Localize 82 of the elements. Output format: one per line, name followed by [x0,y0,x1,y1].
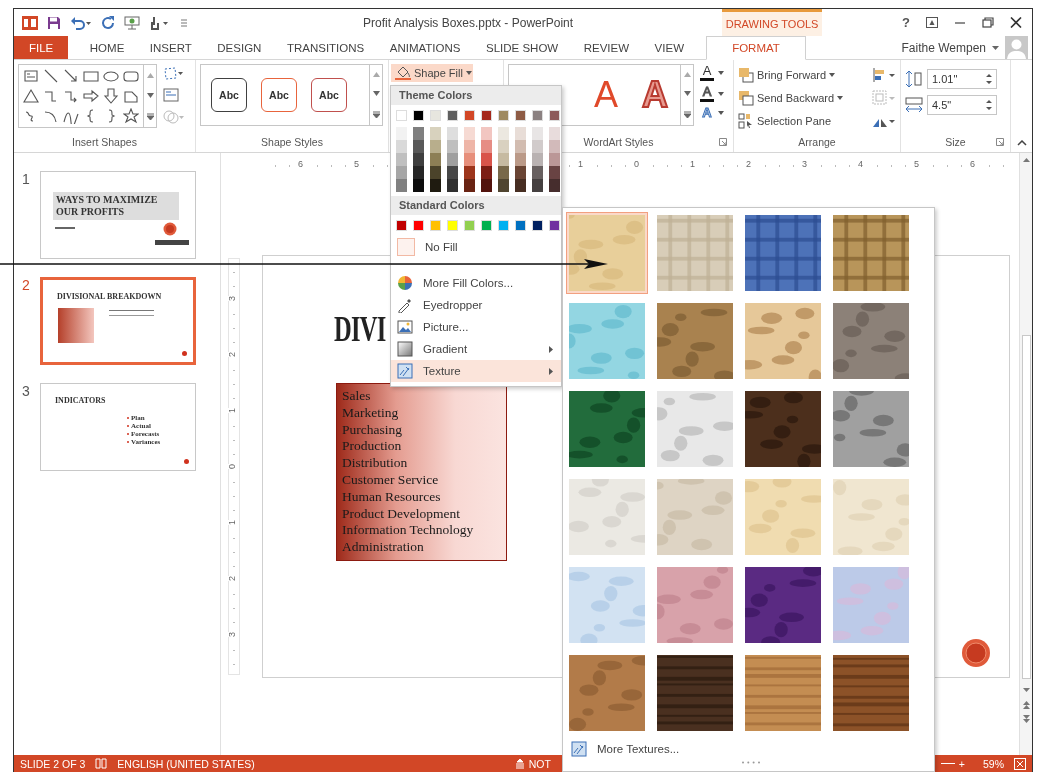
menu-item[interactable]: More Textures... [567,739,927,759]
group-label: Size [945,136,966,150]
ribbon-tab[interactable]: INSERT [145,36,196,59]
ruler-number: 6 [297,159,304,170]
slide-number: 2 [22,277,31,295]
height-field[interactable]: 1.01" [927,69,997,89]
list-item: Product Development [342,505,462,523]
list-item: Sales [342,388,372,405]
ruler-number: 1 [689,159,696,170]
ruler-number: 3 [228,296,237,301]
slide-title: DIVI [334,308,386,350]
ruler-number: 5 [353,159,360,170]
ribbon-tab[interactable]: TRANSITIONS [282,36,369,59]
ruler-number: 1 [228,520,237,525]
slide-thumbnail[interactable]: WAYS TO MAXIMIZE OUR PROFITS [40,171,196,259]
ruler-number: 0 [228,464,237,469]
text-format-button[interactable]: A [700,64,714,81]
ribbon-tab[interactable]: VIEW [650,36,688,59]
ruler-number: 5 [913,159,920,170]
ruler-number: 1 [577,159,584,170]
group-label: Insert Shapes [71,136,138,150]
width-field[interactable]: 4.5" [927,95,997,115]
ruler-number: 2 [228,576,237,581]
help-button[interactable]: ? [902,15,910,30]
shape-style-option[interactable]: Abc [211,78,247,112]
menu-item[interactable]: More Fill Colors... [391,272,561,294]
ribbon-tab[interactable]: REVIEW [579,36,634,59]
slide-thumbnail[interactable]: DIVISIONAL BREAKDOWN [40,277,196,365]
menu-item[interactable]: Gradient [391,338,561,360]
arrange-button[interactable]: Bring Forward [757,69,827,81]
list-item: Human Resources [342,488,442,506]
list-item: Administration [342,539,425,556]
list-item: Information Technology [342,522,475,540]
ruler-number: 1 [228,408,237,413]
shape-style-option[interactable]: Abc [261,78,297,112]
slide-title: DIVISIONAL BREAKDOWN [57,292,162,301]
ribbon-tab[interactable]: ANIMATIONS [385,36,465,59]
ruler-number: 3 [228,632,237,637]
ribbon-tab[interactable]: DESIGN [213,36,266,59]
arrange-button[interactable]: Send Backward [757,92,835,104]
ribbon-tab[interactable]: FORMAT [706,36,806,60]
zoom-level[interactable]: 59% [983,757,1004,770]
menu-item[interactable]: Texture [391,360,561,382]
list-item: Production [342,438,403,456]
group-label: Arrange [797,136,837,150]
menu-item[interactable]: Eyedropper [391,294,561,316]
slide-title: INDICATORS [55,396,106,405]
ruler-number: 2 [745,159,752,170]
language-indicator[interactable]: ENGLISH (UNITED STATES) [117,757,255,770]
ruler-number: 3 [801,159,808,170]
ruler-number: 0 [633,159,640,170]
ruler-number: 6 [969,159,976,170]
section-header: Standard Colors [391,196,561,215]
menu-item[interactable]: No Fill [391,236,561,258]
ribbon-tab[interactable]: HOME [85,36,129,59]
ribbon-tab[interactable]: FILE [14,36,69,59]
arrange-button[interactable]: Selection Pane [757,115,831,127]
list-item: Purchasing [342,421,403,439]
list-item: Customer Service [342,472,440,489]
wordart-style-option[interactable]: A [594,77,618,113]
slide-number: 3 [22,383,31,401]
zoom-in-button[interactable]: + [958,757,965,770]
slide-number: 1 [22,171,31,189]
list-item: Marketing [342,404,400,422]
ruler-number: 4 [857,159,864,170]
shape-style-option[interactable]: Abc [311,78,347,112]
slide-title: WAYS TO MAXIMIZE OUR PROFITS [53,192,179,220]
text-format-button[interactable]: A [700,85,714,102]
shape-fill-button[interactable]: Shape Fill [391,64,473,82]
text-box[interactable]: Sales Marketing Purchasing Production Distribution Customer Service Human Resources Product Development Information Technology Administration [336,383,507,561]
list-item: Distribution [342,455,409,472]
contextual-tab-label: DRAWING TOOLS [722,9,823,36]
section-header: Theme Colors [391,86,561,105]
menu-item[interactable]: Picture... [391,316,561,338]
notes-button[interactable]: NOT [528,757,551,770]
group-label: Shape Styles [260,136,324,150]
ruler-number: 2 [228,352,237,357]
user-name[interactable]: Faithe Wempen [901,40,986,55]
window-title: Profit Analysis Boxes.pptx - PowerPoint [361,15,575,30]
ribbon-tab[interactable]: SLIDE SHOW [482,36,563,59]
group-label: WordArt Styles [583,136,654,150]
slide-counter: SLIDE 2 OF 3 [20,757,86,770]
